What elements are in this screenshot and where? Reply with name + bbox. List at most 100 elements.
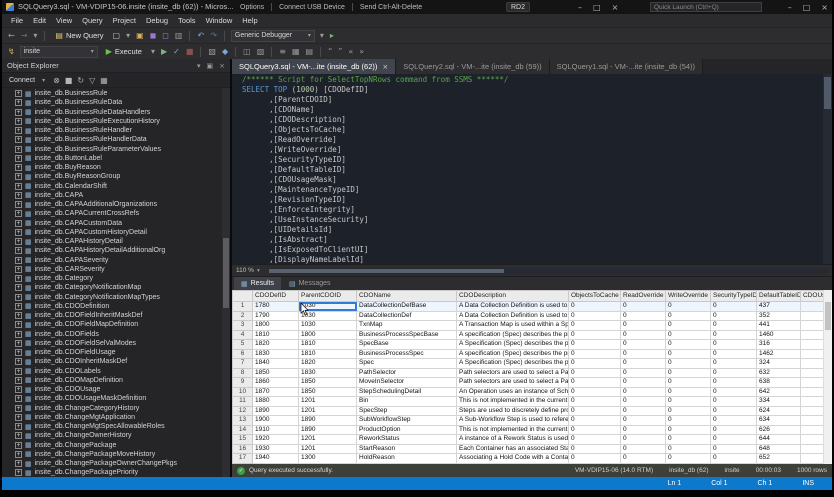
tree-item-table[interactable]: +▦insite_db.BusinessRuleHandlerData bbox=[2, 135, 230, 144]
grid-cell[interactable]: 0 bbox=[711, 368, 757, 378]
menu-tools[interactable]: Tools bbox=[173, 14, 201, 27]
expand-icon[interactable]: + bbox=[15, 136, 22, 143]
tree-item-table[interactable]: +▦insite_db.CAPACurrentCrossRefs bbox=[2, 209, 230, 218]
expand-icon[interactable]: + bbox=[15, 442, 22, 449]
tree-item-table[interactable]: +▦insite_db.CDOInheritMaskDef bbox=[2, 357, 230, 366]
sql-editor[interactable]: /****** Script for SelectTopNRows comman… bbox=[232, 74, 832, 264]
tree-vertical-scrollbar[interactable] bbox=[222, 88, 230, 477]
grid-cell[interactable]: A Sub-Workflow Step is used to reference… bbox=[457, 416, 569, 426]
close-icon[interactable]: × bbox=[219, 62, 225, 70]
expand-icon[interactable]: + bbox=[15, 220, 22, 227]
attach-process-icon[interactable]: ▸ bbox=[329, 30, 335, 42]
column-header[interactable]: CDODescription bbox=[457, 291, 569, 302]
grid-cell[interactable]: 0 bbox=[666, 425, 711, 435]
tree-item-table[interactable]: +▦insite_db.CDOFieldUsage bbox=[2, 348, 230, 357]
grid-cell[interactable]: DataCollectionDef bbox=[357, 311, 457, 321]
expand-icon[interactable]: + bbox=[15, 303, 22, 310]
disconnect-icon[interactable]: ⊗ bbox=[53, 76, 60, 85]
activity-monitor-icon[interactable]: ▦ bbox=[100, 76, 108, 85]
expand-icon[interactable]: + bbox=[15, 349, 22, 356]
grid-cell[interactable]: 0 bbox=[621, 349, 666, 359]
tree-item-table[interactable]: +▦insite_db.CategoryNotificationMapTypes bbox=[2, 293, 230, 302]
grid-cell[interactable]: SubWorkflowStep bbox=[357, 416, 457, 426]
grid-cell[interactable]: 0 bbox=[569, 435, 621, 445]
grid-cell[interactable]: SpecBase bbox=[357, 340, 457, 350]
open-file-icon[interactable]: ▣ bbox=[135, 30, 145, 42]
document-tab[interactable]: SQLQuery2.sql - VM-...ite (insite_db (59… bbox=[396, 59, 549, 74]
restore-icon[interactable]: □ bbox=[593, 3, 601, 12]
grid-cell[interactable]: 0 bbox=[569, 444, 621, 454]
row-header[interactable]: 12 bbox=[233, 406, 253, 416]
expand-icon[interactable]: + bbox=[15, 183, 22, 190]
grid-cell[interactable]: 1201 bbox=[299, 435, 357, 445]
column-header[interactable]: ParentCDOID bbox=[299, 291, 357, 302]
column-header[interactable]: DefaultTableID bbox=[757, 291, 801, 302]
grid-cell[interactable]: 0 bbox=[569, 368, 621, 378]
change-connection-icon[interactable]: ↯ bbox=[7, 46, 16, 58]
grid-cell[interactable]: 1810 bbox=[253, 330, 299, 340]
close-icon[interactable]: × bbox=[612, 3, 619, 12]
grid-cell[interactable]: 441 bbox=[757, 321, 801, 331]
back-icon[interactable]: ← bbox=[7, 30, 16, 42]
grid-cell[interactable]: A Data Collection Definition is used to … bbox=[457, 302, 569, 312]
grid-cell[interactable]: 1820 bbox=[299, 359, 357, 369]
row-header[interactable]: 1 bbox=[233, 302, 253, 312]
grid-cell[interactable]: 638 bbox=[757, 378, 801, 388]
grid-cell[interactable]: 1790 bbox=[253, 311, 299, 321]
tree-item-table[interactable]: +▦insite_db.BuyReasonGroup bbox=[2, 172, 230, 181]
grid-cell[interactable]: 1810 bbox=[299, 340, 357, 350]
expand-icon[interactable]: + bbox=[15, 155, 22, 162]
row-header[interactable]: 2 bbox=[233, 311, 253, 321]
expand-icon[interactable]: + bbox=[15, 386, 22, 393]
tree-item-table[interactable]: +▦insite_db.CAPAAdditionalOrganizations bbox=[2, 200, 230, 209]
column-header[interactable]: SecurityTypeID bbox=[711, 291, 757, 302]
expand-icon[interactable]: + bbox=[15, 284, 22, 291]
grid-cell[interactable]: 0 bbox=[711, 321, 757, 331]
grid-cell[interactable]: 0 bbox=[569, 454, 621, 464]
tree-item-table[interactable]: +▦insite_db.BusinessRuleData bbox=[2, 98, 230, 107]
grid-cell[interactable]: SpecStep bbox=[357, 406, 457, 416]
grid-cell[interactable]: Associating a Hold Code with a Container… bbox=[457, 454, 569, 464]
grid-cell[interactable]: 1030 bbox=[299, 302, 357, 312]
grid-cell[interactable]: 1030 bbox=[299, 311, 357, 321]
pin-icon[interactable]: ▣ bbox=[207, 62, 214, 70]
connect-button[interactable]: Connect▾ bbox=[6, 77, 48, 84]
grid-cell[interactable]: ProductOption bbox=[357, 425, 457, 435]
grid-cell[interactable]: 0 bbox=[666, 368, 711, 378]
row-header[interactable]: 14 bbox=[233, 425, 253, 435]
debugger-dropdown-icon[interactable]: ▾ bbox=[319, 30, 325, 42]
grid-cell[interactable]: 0 bbox=[711, 425, 757, 435]
grid-cell[interactable]: Each Container has an associated Start C… bbox=[457, 444, 569, 454]
tree-item-table[interactable]: +▦insite_db.BusinessRule bbox=[2, 89, 230, 98]
grid-cell[interactable]: 0 bbox=[666, 387, 711, 397]
grid-cell[interactable]: 1870 bbox=[253, 387, 299, 397]
grid-cell[interactable]: Steps are used to discretely define proc… bbox=[457, 406, 569, 416]
row-header[interactable]: 13 bbox=[233, 416, 253, 426]
row-header[interactable]: 10 bbox=[233, 387, 253, 397]
scrollbar-thumb[interactable] bbox=[223, 238, 229, 308]
grid-cell[interactable]: 0 bbox=[569, 340, 621, 350]
grid-cell[interactable]: A specification (Spec) describes the pro… bbox=[457, 349, 569, 359]
tab-messages[interactable]: ▤Messages bbox=[282, 277, 338, 290]
menu-edit[interactable]: Edit bbox=[28, 14, 51, 27]
window-menu-icon[interactable]: ▾ bbox=[197, 62, 201, 70]
grid-cell[interactable]: 1030 bbox=[299, 321, 357, 331]
grid-cell[interactable]: 1850 bbox=[299, 387, 357, 397]
close-icon[interactable]: × bbox=[821, 3, 828, 12]
expand-icon[interactable]: + bbox=[15, 238, 22, 245]
close-icon[interactable]: × bbox=[382, 63, 388, 71]
grid-cell[interactable]: 0 bbox=[621, 340, 666, 350]
tree-item-table[interactable]: +▦insite_db.ChangePackageOwnerChangePkgs bbox=[2, 459, 230, 468]
grid-cell[interactable]: 0 bbox=[569, 330, 621, 340]
grid-cell[interactable]: 0 bbox=[666, 302, 711, 312]
results-text-icon[interactable]: ≡ bbox=[278, 46, 287, 58]
grid-cell[interactable]: 0 bbox=[711, 416, 757, 426]
grid-cell[interactable]: 0 bbox=[569, 406, 621, 416]
tree-item-table[interactable]: +▦insite_db.CARSeverity bbox=[2, 265, 230, 274]
tree-item-table[interactable]: +▦insite_db.CAPACustomData bbox=[2, 219, 230, 228]
row-header[interactable]: 5 bbox=[233, 340, 253, 350]
undo-icon[interactable]: ↶ bbox=[196, 30, 205, 42]
expand-icon[interactable]: + bbox=[15, 423, 22, 430]
expand-icon[interactable]: + bbox=[15, 146, 22, 153]
grid-cell[interactable]: 0 bbox=[569, 311, 621, 321]
